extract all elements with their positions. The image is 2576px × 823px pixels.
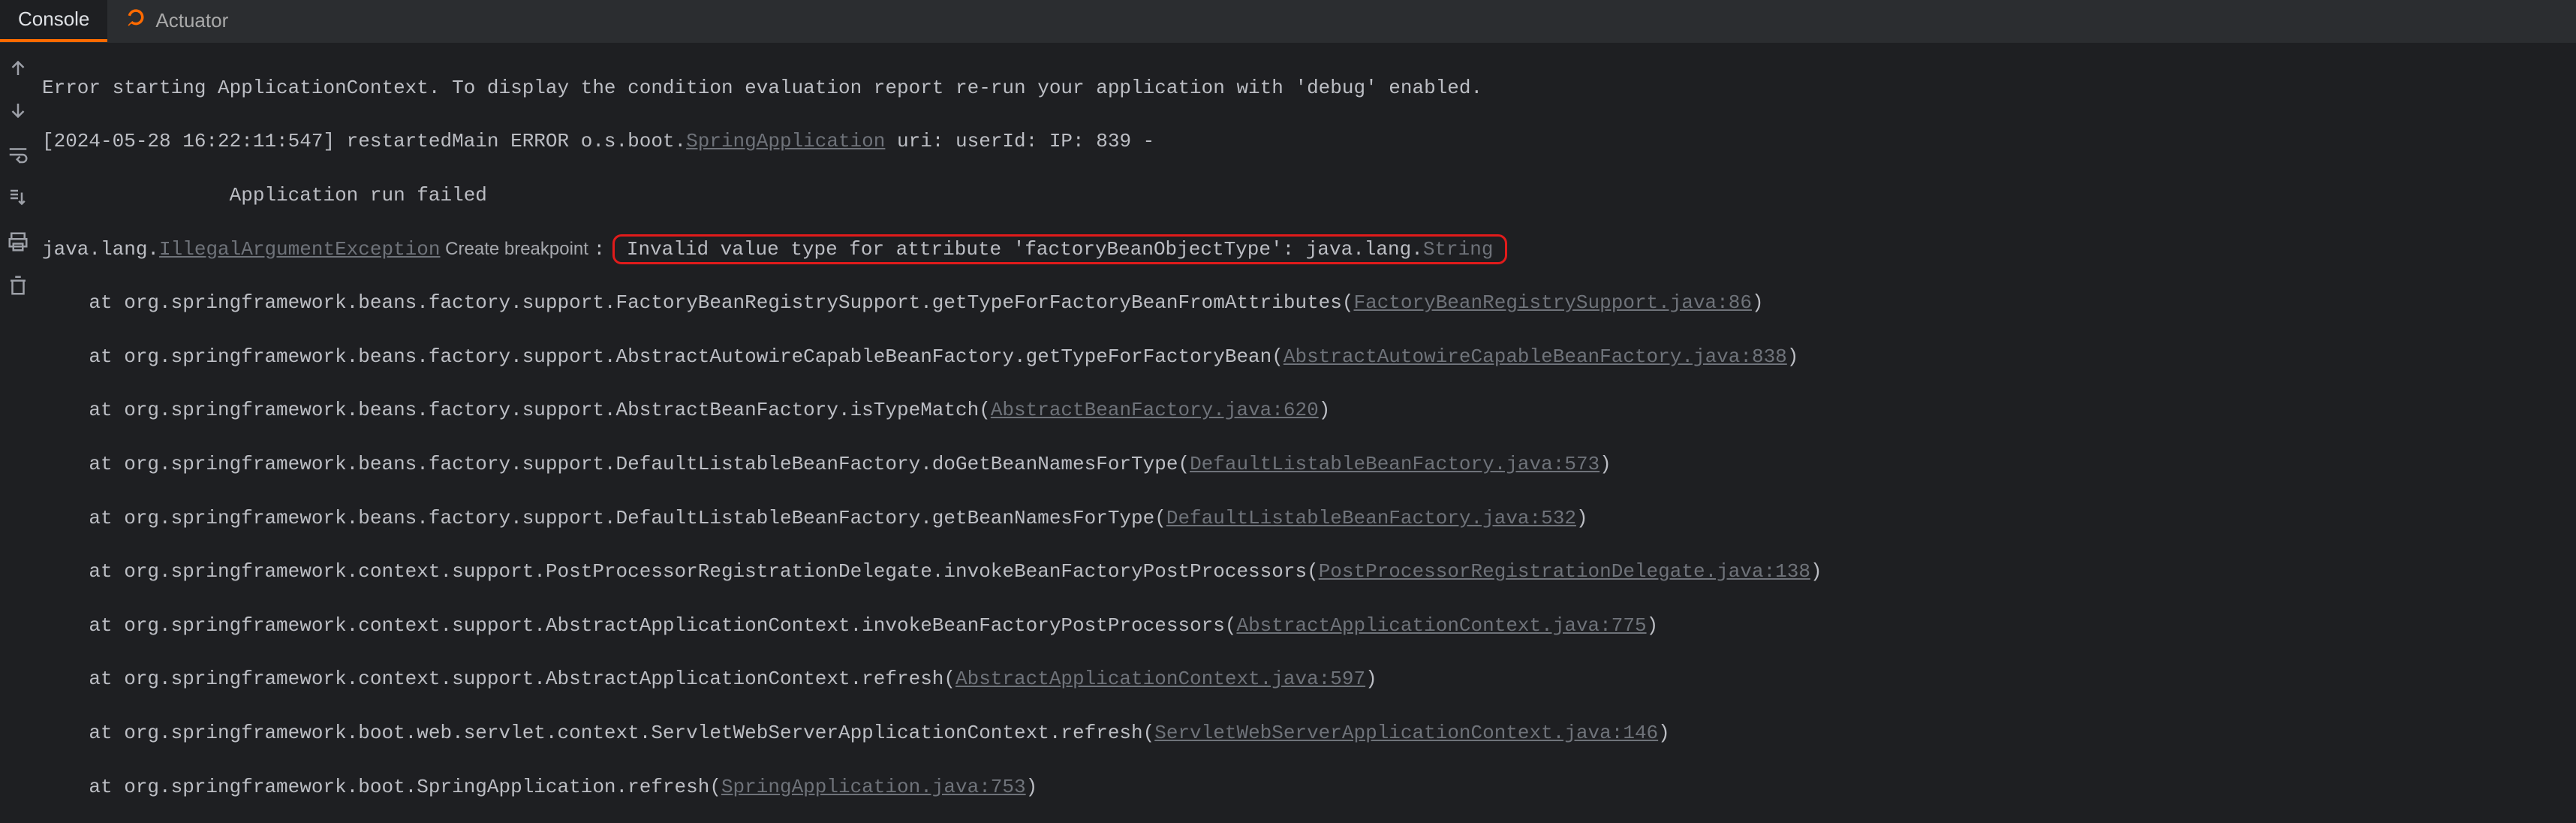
source-link[interactable]: FactoryBeanRegistrySupport.java:86 xyxy=(1353,291,1752,314)
log-line: Application run failed xyxy=(42,182,2576,210)
stack-frame: at org.springframework.context.support.P… xyxy=(42,558,2576,586)
console-gutter xyxy=(0,43,36,823)
print-icon[interactable] xyxy=(7,231,29,253)
stack-frame: at org.springframework.boot.SpringApplic… xyxy=(42,773,2576,802)
scroll-to-top-icon[interactable] xyxy=(7,56,29,79)
log-line: Error starting ApplicationContext. To di… xyxy=(42,74,2576,103)
highlighted-error-message: Invalid value type for attribute 'factor… xyxy=(612,234,1508,264)
tab-actuator-label: Actuator xyxy=(155,8,228,34)
source-link[interactable]: DefaultListableBeanFactory.java:573 xyxy=(1190,453,1599,475)
spring-icon xyxy=(125,8,146,35)
scroll-to-bottom-icon[interactable] xyxy=(7,100,29,122)
stack-frame: at org.springframework.beans.factory.sup… xyxy=(42,451,2576,479)
stack-frame: at org.springframework.context.support.A… xyxy=(42,612,2576,641)
tab-actuator[interactable]: Actuator xyxy=(107,0,246,42)
exception-class-link[interactable]: IllegalArgumentException xyxy=(159,238,440,261)
soft-wrap-icon[interactable] xyxy=(7,143,29,166)
source-link[interactable]: AbstractApplicationContext.java:775 xyxy=(1236,614,1646,637)
stack-frame: at org.springframework.context.support.A… xyxy=(42,665,2576,694)
tab-bar: Console Actuator xyxy=(0,0,2576,43)
scroll-to-stack-icon[interactable] xyxy=(7,187,29,210)
source-link[interactable]: DefaultListableBeanFactory.java:532 xyxy=(1166,507,1576,529)
source-link[interactable]: AbstractBeanFactory.java:620 xyxy=(991,399,1319,421)
clear-icon[interactable] xyxy=(7,274,29,297)
source-link[interactable]: AbstractAutowireCapableBeanFactory.java:… xyxy=(1283,345,1787,368)
log-line: [2024-05-28 16:22:11:547] restartedMain … xyxy=(42,128,2576,156)
tab-console[interactable]: Console xyxy=(0,0,107,42)
source-link[interactable]: PostProcessorRegistrationDelegate.java:1… xyxy=(1319,560,1810,583)
ide-run-tool-window: Console Actuator Error starting Applicat… xyxy=(0,0,2576,823)
source-link[interactable]: AbstractApplicationContext.java:597 xyxy=(955,668,1365,690)
stack-frame: at org.springframework.beans.factory.sup… xyxy=(42,505,2576,533)
class-link[interactable]: SpringApplication xyxy=(686,130,885,152)
stack-frame: at org.springframework.beans.factory.sup… xyxy=(42,289,2576,318)
stack-frame: at org.springframework.beans.factory.sup… xyxy=(42,396,2576,425)
console-output[interactable]: Error starting ApplicationContext. To di… xyxy=(36,43,2576,823)
create-breakpoint-link[interactable]: Create breakpoint xyxy=(441,239,594,259)
source-link[interactable]: ServletWebServerApplicationContext.java:… xyxy=(1154,722,1658,744)
body: Error starting ApplicationContext. To di… xyxy=(0,43,2576,823)
stack-frame: at org.springframework.beans.factory.sup… xyxy=(42,343,2576,372)
source-link[interactable]: SpringApplication.java:753 xyxy=(721,776,1026,798)
tab-console-label: Console xyxy=(18,7,89,32)
stack-frame: at org.springframework.boot.web.servlet.… xyxy=(42,719,2576,748)
exception-line: java.lang.IllegalArgumentException Creat… xyxy=(42,236,2576,264)
